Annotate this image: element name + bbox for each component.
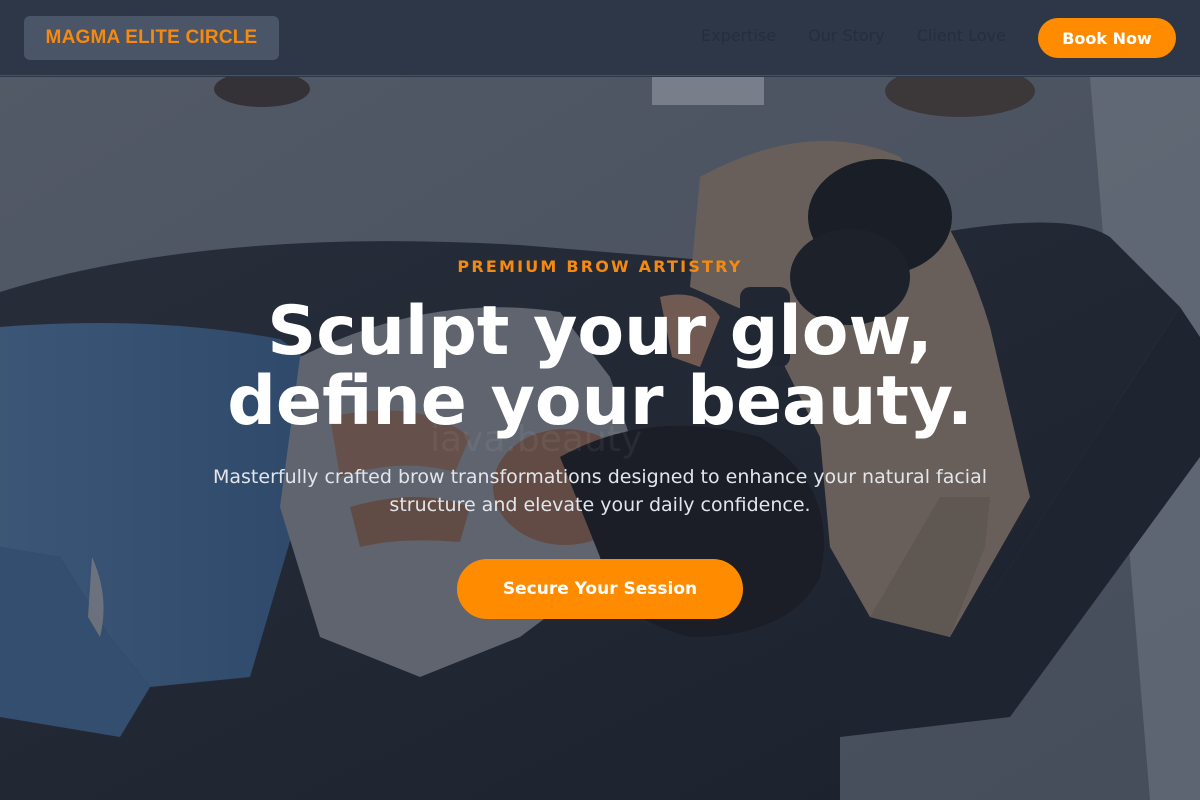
hero-subtext: Masterfully crafted brow transformations… [213, 466, 987, 516]
nav-link-client-love[interactable]: Client Love [917, 26, 1006, 45]
hero-eyebrow: PREMIUM BROW ARTISTRY [457, 257, 743, 276]
hero-section: iava.beauty PREMIUM BROW ARTISTRY Sculpt… [0, 77, 1200, 800]
secure-session-button[interactable]: Secure Your Session [457, 559, 743, 619]
headline-line-1: Sculpt your glow, [267, 292, 933, 371]
top-navbar: MAGMA ELITE CIRCLE Expertise Our Story C… [0, 0, 1200, 76]
nav-link-expertise[interactable]: Expertise [701, 26, 776, 45]
brand-logo[interactable]: MAGMA ELITE CIRCLE [24, 16, 279, 60]
hero-content: PREMIUM BROW ARTISTRY Sculpt your glow, … [0, 77, 1200, 800]
book-now-button[interactable]: Book Now [1038, 18, 1176, 58]
headline-line-2: define your beauty. [227, 362, 973, 441]
nav-links: Expertise Our Story Client Love [701, 26, 1006, 45]
brand-name: MAGMA ELITE CIRCLE [45, 27, 258, 48]
nav-link-our-story[interactable]: Our Story [808, 26, 885, 45]
hero-headline: Sculpt your glow, define your beauty. [0, 297, 1200, 437]
